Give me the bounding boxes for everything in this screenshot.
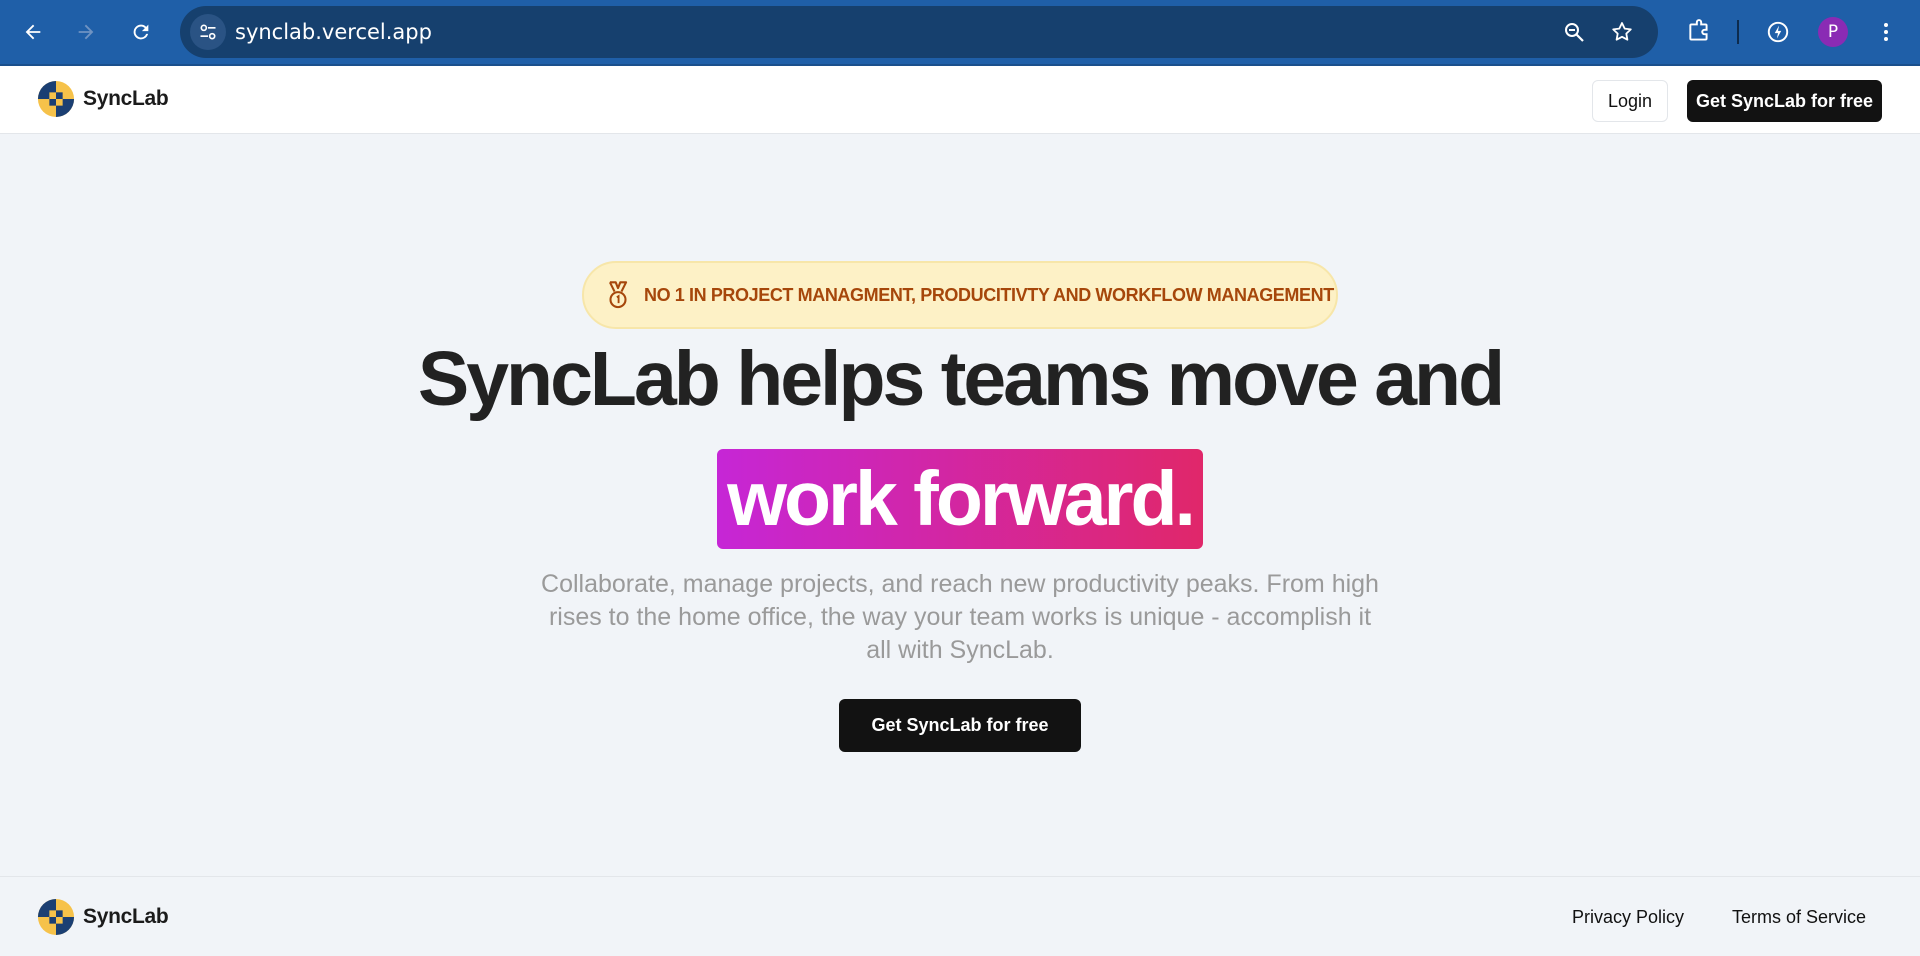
chrome-menu-button[interactable]: [1867, 13, 1905, 51]
address-bar[interactable]: synclab.vercel.app: [180, 6, 1658, 58]
bookmark-button[interactable]: [1606, 16, 1638, 48]
performance-button[interactable]: [1759, 13, 1797, 51]
toolbar-divider: [1737, 20, 1739, 44]
site-footer: SyncLab Privacy Policy Terms of Service: [0, 876, 1920, 956]
hero-cta-button[interactable]: Get SyncLab for free: [839, 699, 1081, 752]
header-brand[interactable]: SyncLab: [37, 80, 169, 118]
award-badge: NO 1 IN PROJECT MANAGMENT, PRODUCITIVTY …: [582, 261, 1338, 329]
privacy-policy-link[interactable]: Privacy Policy: [1572, 907, 1684, 928]
badge-text: NO 1 IN PROJECT MANAGMENT, PRODUCITIVTY …: [644, 284, 1334, 305]
site-settings-icon: [200, 24, 216, 40]
site-settings-button[interactable]: [190, 14, 226, 50]
footer-brand[interactable]: SyncLab: [37, 898, 169, 936]
terms-of-service-link[interactable]: Terms of Service: [1732, 907, 1866, 928]
hero-headline: SyncLab helps teams move and: [417, 336, 1505, 422]
bookmark-star-icon: [1612, 22, 1632, 41]
url-text[interactable]: synclab.vercel.app: [235, 6, 432, 58]
footer-brand-name: SyncLab: [83, 905, 169, 928]
zoom-button[interactable]: [1558, 16, 1590, 48]
extensions-icon: [1689, 19, 1708, 41]
synclab-logo-icon: [37, 898, 75, 936]
forward-arrow-icon: [78, 24, 94, 40]
more-vert-icon: [1884, 23, 1888, 41]
hero-highlight: work forward.: [717, 449, 1203, 549]
browser-toolbar: synclab.vercel.app P: [0, 0, 1920, 66]
header-cta-button[interactable]: Get SyncLab for free: [1687, 80, 1882, 122]
site-header: SyncLab Login Get SyncLab for free: [0, 66, 1920, 134]
synclab-logo-icon: [37, 80, 75, 118]
forward-button[interactable]: [66, 12, 106, 52]
zoom-icon: [1565, 23, 1584, 42]
performance-icon: [1767, 21, 1789, 43]
hero-subtext: Collaborate, manage projects, and reach …: [541, 570, 1379, 664]
profile-avatar[interactable]: P: [1818, 17, 1848, 47]
reload-icon: [133, 24, 149, 40]
brand-name: SyncLab: [83, 87, 169, 110]
login-button[interactable]: Login: [1592, 80, 1668, 122]
medal-icon: [608, 281, 628, 309]
reload-button[interactable]: [121, 12, 161, 52]
back-button[interactable]: [13, 12, 53, 52]
back-arrow-icon: [25, 24, 41, 40]
extensions-button[interactable]: [1680, 13, 1718, 51]
